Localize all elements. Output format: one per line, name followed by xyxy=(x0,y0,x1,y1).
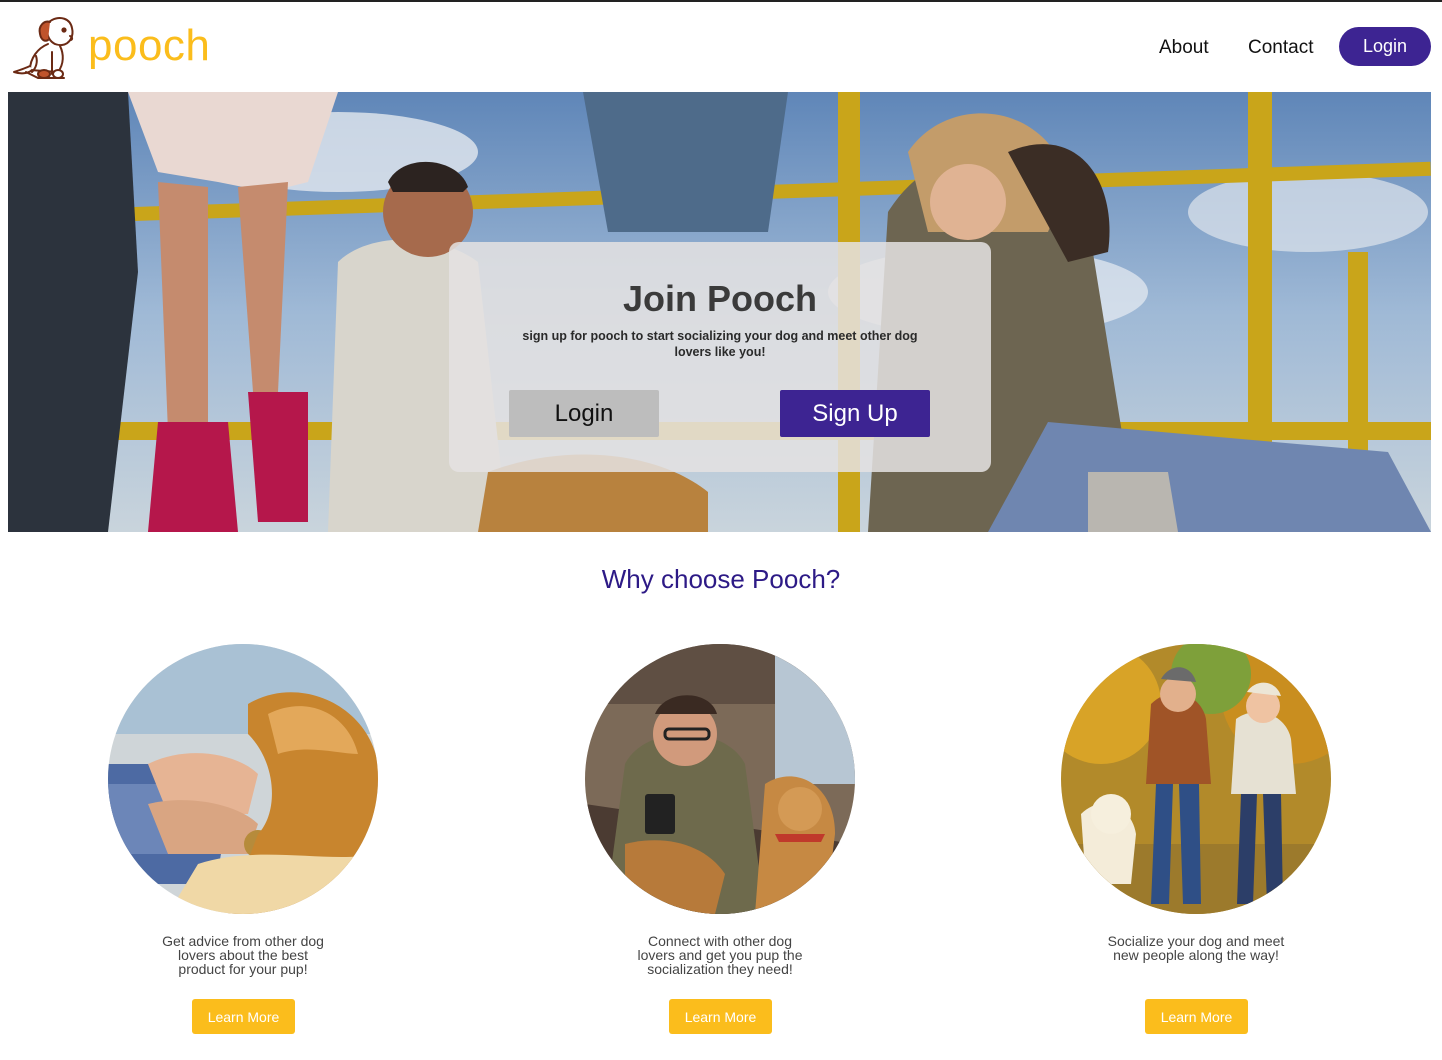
feature-image-man-phone-dog xyxy=(585,644,855,914)
feature-description: Get advice from other dog lovers about t… xyxy=(162,933,324,977)
learn-more-button[interactable]: Learn More xyxy=(669,999,772,1034)
learn-more-button[interactable]: Learn More xyxy=(192,999,295,1034)
hero-login-button[interactable]: Login xyxy=(509,390,659,437)
site-header: pooch About Contact Login xyxy=(0,2,1442,92)
hero-banner: Join Pooch sign up for pooch to start so… xyxy=(8,92,1431,532)
feature-description: Socialize your dog and meet new people a… xyxy=(1107,933,1285,963)
feature-image-women-walking-dog xyxy=(1061,644,1331,914)
brand-name[interactable]: pooch xyxy=(88,18,210,74)
join-subtitle: sign up for pooch to start socializing y… xyxy=(522,329,918,359)
join-card: Join Pooch sign up for pooch to start so… xyxy=(449,242,991,472)
learn-more-button[interactable]: Learn More xyxy=(1145,999,1248,1034)
hero-signup-button[interactable]: Sign Up xyxy=(780,390,930,437)
join-title: Join Pooch xyxy=(622,278,817,319)
nav-about-link[interactable]: About xyxy=(1159,36,1209,60)
nav-contact-link[interactable]: Contact xyxy=(1248,36,1313,60)
feature-description: Connect with other dog lovers and get yo… xyxy=(637,933,803,977)
nav-login-button[interactable]: Login xyxy=(1339,27,1431,66)
feature-image-laptop-dog xyxy=(108,644,378,914)
why-choose-heading: Why choose Pooch? xyxy=(601,564,841,594)
puppy-logo-icon[interactable] xyxy=(8,12,80,82)
